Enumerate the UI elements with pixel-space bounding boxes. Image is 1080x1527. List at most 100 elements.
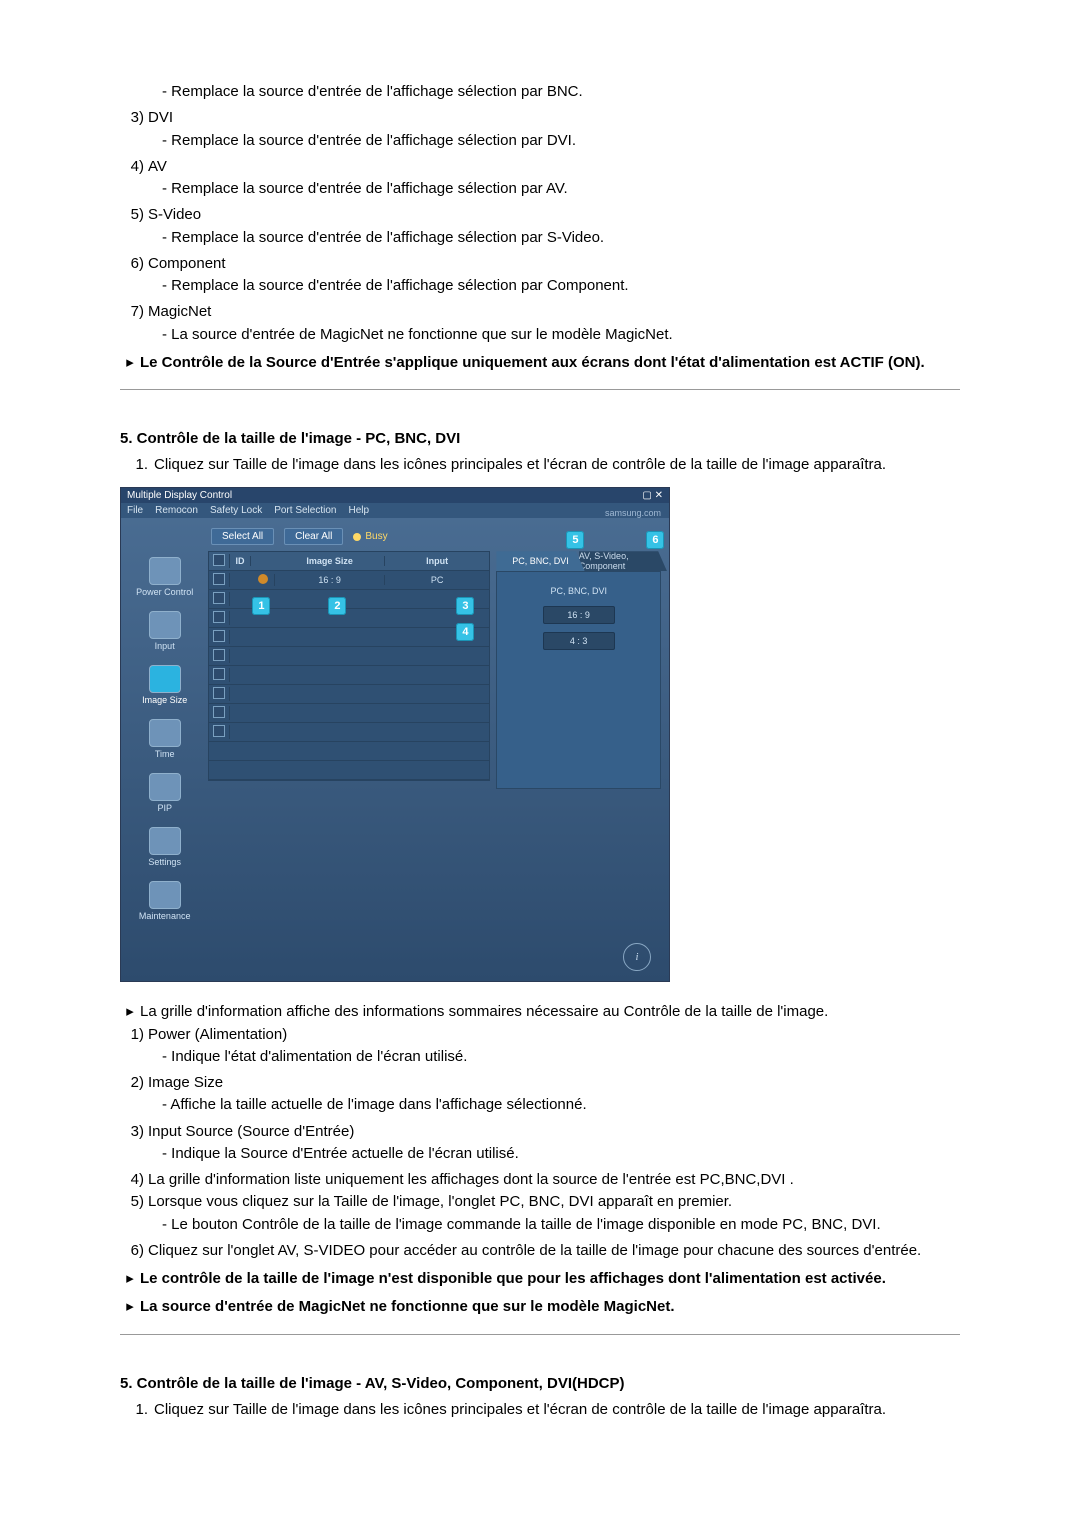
sidebar-item-label: Image Size [142, 695, 187, 705]
sidebar-item-label: Maintenance [139, 911, 191, 921]
section2-step1: 1. Cliquez sur Taille de l'image dans le… [120, 455, 960, 475]
step-text: Cliquez sur Taille de l'image dans les i… [154, 1400, 960, 1420]
imagesize-icon [149, 665, 181, 693]
menubar: File Remocon Safety Lock Port Selection … [121, 503, 669, 518]
s2-item-3: 3) Input Source (Source d'Entrée) [120, 1122, 960, 1142]
settings-icon [149, 827, 181, 855]
clear-all-button[interactable]: Clear All [284, 528, 343, 545]
sidebar-item-label: PIP [157, 803, 172, 813]
checkbox-icon[interactable] [213, 725, 225, 737]
screenshot-figure: Multiple Display Control ▢ ✕ File Remoco… [120, 487, 670, 982]
sidebar-item-label: Power Control [136, 587, 193, 597]
item-number: 6) [120, 254, 148, 274]
tab-av-svideo-component[interactable]: AV, S-Video, Component [579, 551, 667, 571]
menu-file[interactable]: File [127, 505, 143, 516]
s2-item-5-desc: - Le bouton Contrôle de la taille de l'i… [120, 1215, 960, 1235]
input-source-note: ▸ Le Contrôle de la Source d'Entrée s'ap… [120, 353, 960, 373]
menu-portselection[interactable]: Port Selection [274, 505, 336, 516]
ratio-16-9-button[interactable]: 16 : 9 [543, 606, 615, 624]
sidebar-item-imagesize[interactable]: Image Size [125, 665, 204, 705]
callout-3: 3 [456, 597, 474, 615]
sidebar-item-input[interactable]: Input [125, 611, 204, 651]
item-svideo: 5) S-Video [120, 205, 960, 225]
item-number: 5) [120, 205, 148, 225]
note-text: La source d'entrée de MagicNet ne foncti… [140, 1297, 960, 1317]
checkbox-icon[interactable] [213, 649, 225, 661]
col-input: Input [385, 556, 489, 566]
note-arrow-icon: ▸ [120, 1297, 140, 1317]
note-arrow-icon: ▸ [120, 1269, 140, 1289]
input-icon [149, 611, 181, 639]
table-row[interactable] [209, 704, 489, 723]
busy-label: Busy [365, 531, 387, 542]
checkbox-icon[interactable] [213, 668, 225, 680]
menu-help[interactable]: Help [348, 505, 369, 516]
table-row[interactable] [209, 647, 489, 666]
item-title: MagicNet [148, 302, 960, 322]
grid-info-text: La grille d'information affiche des info… [140, 1002, 960, 1022]
app-window: Multiple Display Control ▢ ✕ File Remoco… [120, 487, 670, 982]
table-row[interactable] [209, 666, 489, 685]
callout-1: 1 [252, 597, 270, 615]
ratio-4-3-button[interactable]: 4 : 3 [543, 632, 615, 650]
s2-item-1: 1) Power (Alimentation) [120, 1025, 960, 1045]
s2-item-2: 2) Image Size [120, 1073, 960, 1093]
item-dvi-desc: - Remplace la source d'entrée de l'affic… [120, 131, 960, 151]
window-title: Multiple Display Control [127, 490, 232, 501]
step-number: 1. [120, 1400, 154, 1420]
item-title: Image Size [148, 1073, 960, 1093]
checkbox-icon[interactable] [213, 592, 225, 604]
divider [120, 1334, 960, 1335]
step-number: 1. [120, 455, 154, 475]
sidebar-item-pip[interactable]: PIP [125, 773, 204, 813]
table-row[interactable] [209, 590, 489, 609]
info-grid: ID Image Size Input 16 : 9 PC [208, 551, 490, 781]
table-row[interactable] [209, 685, 489, 704]
item-av: 4) AV [120, 157, 960, 177]
menu-safetylock[interactable]: Safety Lock [210, 505, 262, 516]
callout-2: 2 [328, 597, 346, 615]
window-controls-icon: ▢ ✕ [642, 490, 663, 501]
info-icon[interactable]: i [623, 943, 651, 971]
s2-item-5: 5) Lorsque vous cliquez sur la Taille de… [120, 1192, 960, 1212]
s2-item-3-desc: - Indique la Source d'Entrée actuelle de… [120, 1144, 960, 1164]
table-row[interactable] [209, 628, 489, 647]
note-text: Le Contrôle de la Source d'Entrée s'appl… [140, 353, 960, 373]
note-arrow-icon: ▸ [120, 353, 140, 373]
s2-item-6: 6) Cliquez sur l'onglet AV, S-VIDEO pour… [120, 1241, 960, 1261]
sidebar-item-power[interactable]: Power Control [125, 557, 204, 597]
checkbox-icon[interactable] [213, 706, 225, 718]
item-component-desc: - Remplace la source d'entrée de l'affic… [120, 276, 960, 296]
item-av-desc: - Remplace la source d'entrée de l'affic… [120, 179, 960, 199]
grid-header: ID Image Size Input [209, 552, 489, 571]
item-title: Cliquez sur l'onglet AV, S-VIDEO pour ac… [148, 1241, 960, 1261]
item-title: Component [148, 254, 960, 274]
s2-note-2: ▸ La source d'entrée de MagicNet ne fonc… [120, 1297, 960, 1317]
menu-remocon[interactable]: Remocon [155, 505, 198, 516]
sidebar: Power Control Input Image Size Time PIP … [121, 551, 208, 945]
item-dvi: 3) DVI [120, 108, 960, 128]
checkbox-icon[interactable] [213, 611, 225, 623]
select-all-button[interactable]: Select All [211, 528, 274, 545]
table-row[interactable] [209, 609, 489, 628]
checkbox-icon[interactable] [213, 573, 225, 585]
section3-step1: 1. Cliquez sur Taille de l'image dans le… [120, 1400, 960, 1420]
checkbox-icon[interactable] [213, 687, 225, 699]
sidebar-item-time[interactable]: Time [125, 719, 204, 759]
item-svideo-desc: - Remplace la source d'entrée de l'affic… [120, 228, 960, 248]
item-number: 2) [120, 1073, 148, 1093]
tab-pc-bnc-dvi[interactable]: PC, BNC, DVI [496, 551, 584, 571]
checkbox-icon[interactable] [213, 630, 225, 642]
table-row[interactable] [209, 723, 489, 742]
item-title: S-Video [148, 205, 960, 225]
sidebar-item-settings[interactable]: Settings [125, 827, 204, 867]
arrow-icon: ▸ [120, 1002, 140, 1022]
item-number: 7) [120, 302, 148, 322]
item-number: 6) [120, 1241, 148, 1261]
section-heading-imagesize-pc: 5. Contrôle de la taille de l'image - PC… [120, 430, 960, 447]
item-title: DVI [148, 108, 960, 128]
sidebar-item-maintenance[interactable]: Maintenance [125, 881, 204, 921]
item-number: 3) [120, 1122, 148, 1142]
item-component: 6) Component [120, 254, 960, 274]
table-row[interactable]: 16 : 9 PC [209, 571, 489, 590]
